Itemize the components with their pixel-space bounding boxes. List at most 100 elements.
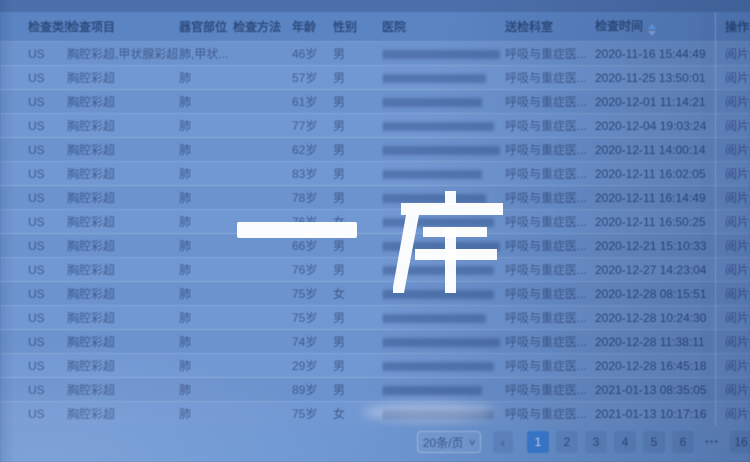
read-film-link[interactable]: 阅片 [725, 263, 749, 277]
cell-age: 75岁 [292, 282, 333, 306]
cell-exam-item: 胸腔彩超,甲状腺彩超 [67, 42, 179, 66]
cell-action: 阅片 [725, 402, 750, 426]
redacted-hospital-name [382, 242, 500, 251]
cell-department: 呼吸与重症医... [505, 402, 595, 426]
cell-action: 阅片 [725, 114, 750, 138]
header-hospital: 医院 [382, 18, 505, 35]
read-film-link[interactable]: 阅片 [725, 215, 749, 229]
redacted-hospital-name [382, 50, 500, 59]
exam-table: 检查类型 检查项目 器官部位 检查方法 年龄 性别 医院 送检科室 检查时间 操… [0, 12, 750, 427]
cell-exam-item: 胸腔彩超 [67, 210, 179, 234]
cell-age: 76岁 [292, 210, 333, 234]
cell-action: 阅片 [725, 330, 750, 354]
read-film-link[interactable]: 阅片 [725, 383, 749, 397]
header-age: 年龄 [292, 18, 333, 35]
cell-hospital [382, 282, 505, 306]
cell-exam-type: US [28, 186, 67, 210]
cell-age: 78岁 [292, 186, 333, 210]
cell-exam-type: US [28, 282, 67, 306]
cell-exam-type: US [28, 210, 67, 234]
cell-organ: 肺 [179, 282, 233, 306]
page-button-4[interactable]: 4 [614, 431, 636, 453]
cell-exam-item: 胸腔彩超 [67, 162, 179, 186]
read-film-link[interactable]: 阅片 [725, 239, 749, 253]
cell-exam-item: 胸腔彩超 [67, 330, 179, 354]
page-button-16[interactable]: 16 [730, 431, 750, 453]
cell-age: 46岁 [292, 42, 333, 66]
header-exam-type: 检查类型 [28, 18, 67, 35]
cell-gender: 男 [333, 138, 382, 162]
cell-hospital [382, 90, 505, 114]
app-screen: 检查类型 检查项目 器官部位 检查方法 年龄 性别 医院 送检科室 检查时间 操… [0, 0, 750, 462]
page-button-2[interactable]: 2 [556, 431, 578, 453]
read-film-link[interactable]: 阅片 [725, 95, 749, 109]
read-film-link[interactable]: 阅片 [725, 47, 749, 61]
cell-department: 呼吸与重症医... [505, 354, 595, 378]
cell-action: 阅片 [725, 42, 750, 66]
table-row: US 胸腔彩超 肺 77岁 男 呼吸与重症医... 2020-12-04 19:… [0, 114, 750, 138]
cell-exam-time: 2020-12-11 16:14:49 [595, 186, 725, 210]
cell-hospital [382, 186, 505, 210]
cell-organ: 肺 [179, 138, 233, 162]
header-action: 操作 [725, 18, 750, 35]
redacted-hospital-name [382, 290, 494, 299]
cell-gender: 男 [333, 42, 382, 66]
cell-action: 阅片 [725, 306, 750, 330]
read-film-link[interactable]: 阅片 [725, 191, 749, 205]
cell-age: 61岁 [292, 90, 333, 114]
cell-organ: 肺 [179, 402, 233, 426]
page-button-3[interactable]: 3 [585, 431, 607, 453]
table-row: US 胸腔彩超 肺 78岁 男 呼吸与重症医... 2020-12-11 16:… [0, 186, 750, 210]
page-button-5[interactable]: 5 [643, 431, 665, 453]
cell-hospital [382, 306, 505, 330]
cell-hospital [382, 162, 505, 186]
cell-hospital [382, 114, 505, 138]
prev-page-button[interactable]: ‹ [493, 431, 513, 453]
read-film-link[interactable]: 阅片 [725, 407, 749, 421]
read-film-link[interactable]: 阅片 [725, 359, 749, 373]
read-film-link[interactable]: 阅片 [725, 119, 749, 133]
table-row: US 胸腔彩超 肺 62岁 男 呼吸与重症医... 2020-12-11 14:… [0, 138, 750, 162]
page-ellipsis[interactable]: ••• [701, 431, 723, 453]
read-film-link[interactable]: 阅片 [725, 287, 749, 301]
cell-exam-time: 2020-11-25 13:50:01 [595, 66, 725, 90]
cell-exam-type: US [28, 66, 67, 90]
cell-age: 76岁 [292, 258, 333, 282]
cell-gender: 男 [333, 234, 382, 258]
cell-age: 66岁 [292, 234, 333, 258]
cell-exam-time: 2020-12-04 19:03:24 [595, 114, 725, 138]
page-button-1[interactable]: 1 [527, 431, 549, 453]
cell-organ: 肺 [179, 162, 233, 186]
header-department: 送检科室 [505, 18, 595, 35]
read-film-link[interactable]: 阅片 [725, 167, 749, 181]
cell-department: 呼吸与重症医... [505, 186, 595, 210]
cell-exam-time: 2020-11-16 15:44:49 [595, 42, 725, 66]
cell-action: 阅片 [725, 258, 750, 282]
cell-age: 62岁 [292, 138, 333, 162]
table-row: US 胸腔彩超 肺 29岁 男 呼吸与重症医... 2020-12-28 16:… [0, 354, 750, 378]
read-film-link[interactable]: 阅片 [725, 311, 749, 325]
cell-department: 呼吸与重症医... [505, 90, 595, 114]
cell-action: 阅片 [725, 354, 750, 378]
redacted-hospital-name [382, 410, 494, 419]
read-film-link[interactable]: 阅片 [725, 335, 749, 349]
table-row: US 胸腔彩超 肺 75岁 女 呼吸与重症医... 2021-01-13 10:… [0, 402, 750, 426]
page-size-select[interactable]: 20条/页 ∨ [417, 431, 481, 453]
read-film-link[interactable]: 阅片 [725, 71, 749, 85]
cell-exam-item: 胸腔彩超 [67, 114, 179, 138]
cell-exam-time: 2020-12-28 16:45:18 [595, 354, 725, 378]
sort-caret-icon[interactable] [648, 24, 656, 36]
cell-exam-type: US [28, 306, 67, 330]
cell-gender: 女 [333, 282, 382, 306]
cell-gender: 女 [333, 402, 382, 426]
header-exam-time[interactable]: 检查时间 [595, 17, 725, 36]
cell-gender: 男 [333, 162, 382, 186]
cell-action: 阅片 [725, 66, 750, 90]
cell-age: 57岁 [292, 66, 333, 90]
cell-department: 呼吸与重症医... [505, 282, 595, 306]
cell-department: 呼吸与重症医... [505, 42, 595, 66]
cell-organ: 肺 [179, 114, 233, 138]
read-film-link[interactable]: 阅片 [725, 143, 749, 157]
page-button-6[interactable]: 6 [672, 431, 694, 453]
cell-exam-time: 2020-12-27 14:23:04 [595, 258, 725, 282]
